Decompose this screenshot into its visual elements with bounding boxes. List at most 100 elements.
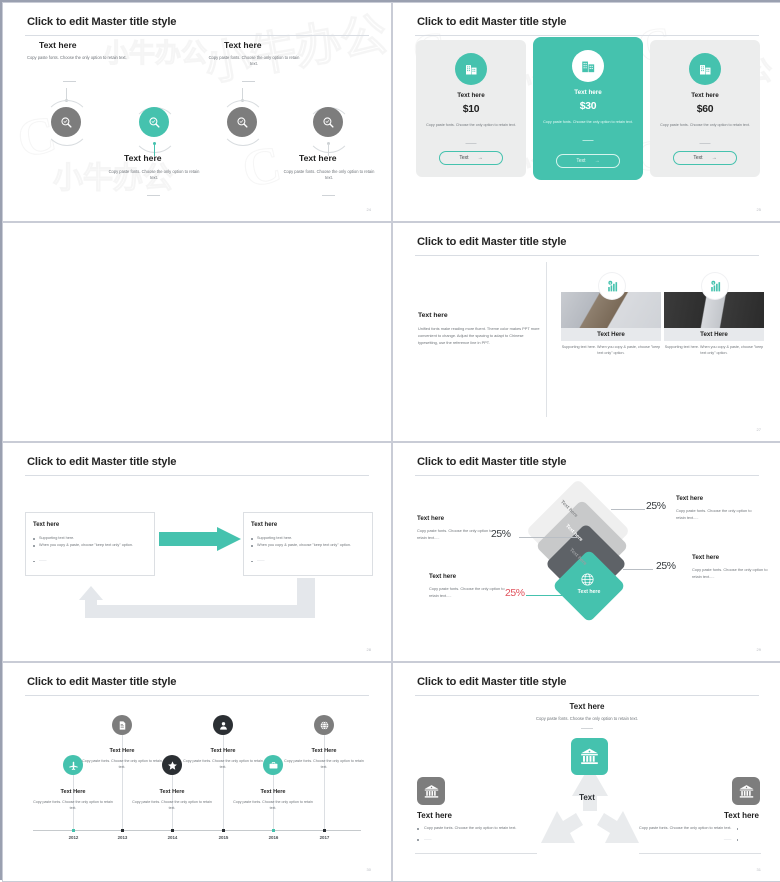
pricing-card-1[interactable]: Text here $10 Copy paste fonts. Choose t… bbox=[416, 40, 526, 177]
page-number: 25 bbox=[756, 207, 761, 212]
card-1-body: Copy paste fonts. Choose the only option… bbox=[426, 123, 516, 127]
page-title: Click to edit Master title style bbox=[27, 676, 177, 688]
body-2016: Copy paste fonts. Choose the only option… bbox=[233, 800, 313, 811]
callout-3-body: Copy paste fonts. Choose the only option… bbox=[692, 567, 768, 580]
timeline-icon-2015[interactable] bbox=[213, 715, 233, 735]
box-left[interactable]: Text here Supporting text here. When you… bbox=[25, 512, 155, 576]
building-icon bbox=[699, 64, 710, 74]
list-item: —— bbox=[251, 557, 367, 564]
timeline-axis bbox=[33, 830, 361, 831]
watermark: 小牛办公 小牛办公 C 小牛办公 C 小牛办公 bbox=[3, 223, 391, 441]
slide-2-pricing-cards[interactable]: C 小牛办公 C 小牛办公 C 小牛办公 Click to edit Maste… bbox=[392, 2, 780, 222]
page-title: Click to edit Master title style bbox=[417, 676, 567, 688]
return-arrow bbox=[79, 578, 315, 618]
year-2013: 2013 bbox=[117, 835, 128, 840]
heading-2017: Text Here bbox=[311, 748, 337, 754]
heading-2013: Text Here bbox=[109, 748, 135, 754]
list-item: —— bbox=[33, 557, 149, 564]
card-1-heading: Text here bbox=[457, 92, 485, 99]
building-icon-wrap bbox=[689, 53, 721, 85]
globe-icon bbox=[320, 720, 328, 730]
callout-3-percent: 25% bbox=[656, 561, 676, 572]
step-3-divider bbox=[242, 81, 255, 82]
plane-icon bbox=[68, 761, 78, 770]
list-item: Copy paste fonts. Choose the only option… bbox=[417, 825, 516, 832]
step-1-magnifier-circle[interactable] bbox=[51, 107, 81, 137]
pricing-card-2[interactable]: Text here $30 Copy paste fonts. Choose t… bbox=[533, 37, 643, 180]
slide-grid: C 小牛办公 小牛办公 C 小牛办公 Click to edit Master … bbox=[0, 0, 780, 882]
box-right-heading: Text here bbox=[251, 522, 278, 528]
slide-6-diamond-pyramid[interactable]: 小牛办公 小牛办公 C C 小牛办公 小牛办公 小牛办公 Click to ed… bbox=[392, 442, 780, 662]
title-rule bbox=[25, 35, 369, 36]
arrow-right-icon: → bbox=[711, 155, 717, 161]
leader-line-3 bbox=[623, 569, 653, 570]
callout-2-percent: 25% bbox=[646, 501, 666, 512]
box-left-bullets: Supporting text here. When you copy & pa… bbox=[30, 535, 149, 565]
pricing-card-3[interactable]: Text here $60 Copy paste fonts. Choose t… bbox=[650, 40, 760, 177]
timeline-icon-2014[interactable] bbox=[162, 755, 182, 775]
card-3-cta-label: Text bbox=[693, 155, 703, 161]
top-body: Copy paste fonts. Choose the only option… bbox=[536, 716, 638, 721]
photo-1-badge: $ bbox=[599, 273, 625, 299]
card-3-cta-button[interactable]: Text → bbox=[673, 151, 737, 165]
card-3-heading: Text here bbox=[691, 92, 719, 99]
title-rule bbox=[25, 695, 369, 696]
person-icon bbox=[219, 721, 227, 730]
photo-2-body: Supporting text here. When you copy & pa… bbox=[664, 345, 764, 356]
photo-1-body: Supporting text here. When you copy & pa… bbox=[561, 345, 661, 356]
card-2-cta-label: Text bbox=[576, 158, 586, 164]
timeline-icon-2017[interactable] bbox=[314, 715, 334, 735]
step-3-magnifier-circle[interactable] bbox=[227, 107, 257, 137]
slide-5-arrow-loop[interactable]: C 小牛办公 C 小牛办公 小牛办公 小牛办公 Click to edit Ma… bbox=[2, 442, 392, 662]
slide-8-recycle-triangle[interactable]: C C 小牛办公 小牛办公 小牛办公 小牛办公 Click to edit Ma… bbox=[392, 662, 780, 882]
magnifier-icon bbox=[322, 116, 334, 128]
body-2012: Copy paste fonts. Choose the only option… bbox=[33, 800, 113, 811]
step-2-divider bbox=[147, 195, 160, 196]
card-1-cta-button[interactable]: Text → bbox=[439, 151, 503, 165]
title-rule bbox=[415, 695, 759, 696]
step-4-heading: Text here bbox=[299, 153, 337, 163]
center-label: Text bbox=[579, 793, 595, 802]
column-divider bbox=[546, 262, 547, 417]
list-item: —— bbox=[417, 836, 516, 843]
step-3-heading: Text here bbox=[224, 40, 262, 50]
left-bullets: Copy paste fonts. Choose the only option… bbox=[417, 825, 516, 843]
heading-2012: Text Here bbox=[60, 789, 86, 795]
timeline-icon-2013[interactable] bbox=[112, 715, 132, 735]
page-number: 27 bbox=[756, 427, 761, 432]
year-2012: 2012 bbox=[68, 835, 79, 840]
box-right-bullets: Supporting text here. When you copy & pa… bbox=[248, 535, 367, 565]
year-2017: 2017 bbox=[319, 835, 330, 840]
page-title: Click to edit Master title style bbox=[417, 236, 567, 248]
timeline-icon-2016[interactable] bbox=[263, 755, 283, 775]
slide-1-magnifier-steps[interactable]: C 小牛办公 小牛办公 C 小牛办公 Click to edit Master … bbox=[2, 2, 392, 222]
box-left-heading: Text here bbox=[33, 522, 60, 528]
left-heading: Text here bbox=[417, 811, 452, 820]
card-2-cta-button[interactable]: Text → bbox=[556, 154, 620, 168]
top-divider bbox=[581, 728, 593, 729]
body-2013: Copy paste fonts. Choose the only option… bbox=[82, 759, 162, 770]
left-heading: Text here bbox=[418, 312, 448, 319]
slide-3-section-header[interactable]: 小牛办公 小牛办公 C 小牛办公 C 小牛办公 /05 Section Head… bbox=[2, 222, 392, 442]
photo-2-badge: $ bbox=[702, 273, 728, 299]
callout-4-heading: Text here bbox=[429, 573, 457, 580]
box-right[interactable]: Text here Supporting text here. When you… bbox=[243, 512, 373, 576]
list-item: When you copy & paste, choose "keep text… bbox=[33, 542, 149, 549]
callout-1-body: Copy paste fonts. Choose the only option… bbox=[417, 528, 493, 541]
top-bank-icon-tile[interactable] bbox=[571, 738, 608, 775]
step-2-magnifier-circle[interactable] bbox=[139, 107, 169, 137]
step-4-magnifier-circle[interactable] bbox=[313, 107, 343, 137]
globe-icon bbox=[581, 573, 594, 586]
slide-4-two-photos[interactable]: 小牛办公 小牛办公 C 小牛办公 C Click to edit Master … bbox=[392, 222, 780, 442]
step-4-body: Copy paste fonts. Choose the only option… bbox=[283, 169, 375, 181]
step-2-heading: Text here bbox=[124, 153, 162, 163]
callout-3-heading: Text here bbox=[692, 554, 720, 561]
card-3-body: Copy paste fonts. Choose the only option… bbox=[660, 123, 750, 127]
timeline-icon-2012[interactable] bbox=[63, 755, 83, 775]
slide-7-timeline[interactable]: 小牛办公 小牛办公 C C 小牛办公 小牛办公 Click to edit Ma… bbox=[2, 662, 392, 882]
bar-chart-dollar-icon: $ bbox=[607, 280, 617, 291]
right-heading: Text here bbox=[724, 811, 759, 820]
step-4-divider bbox=[322, 195, 335, 196]
arrow-right-icon: → bbox=[594, 158, 600, 164]
forward-arrow bbox=[159, 527, 241, 551]
